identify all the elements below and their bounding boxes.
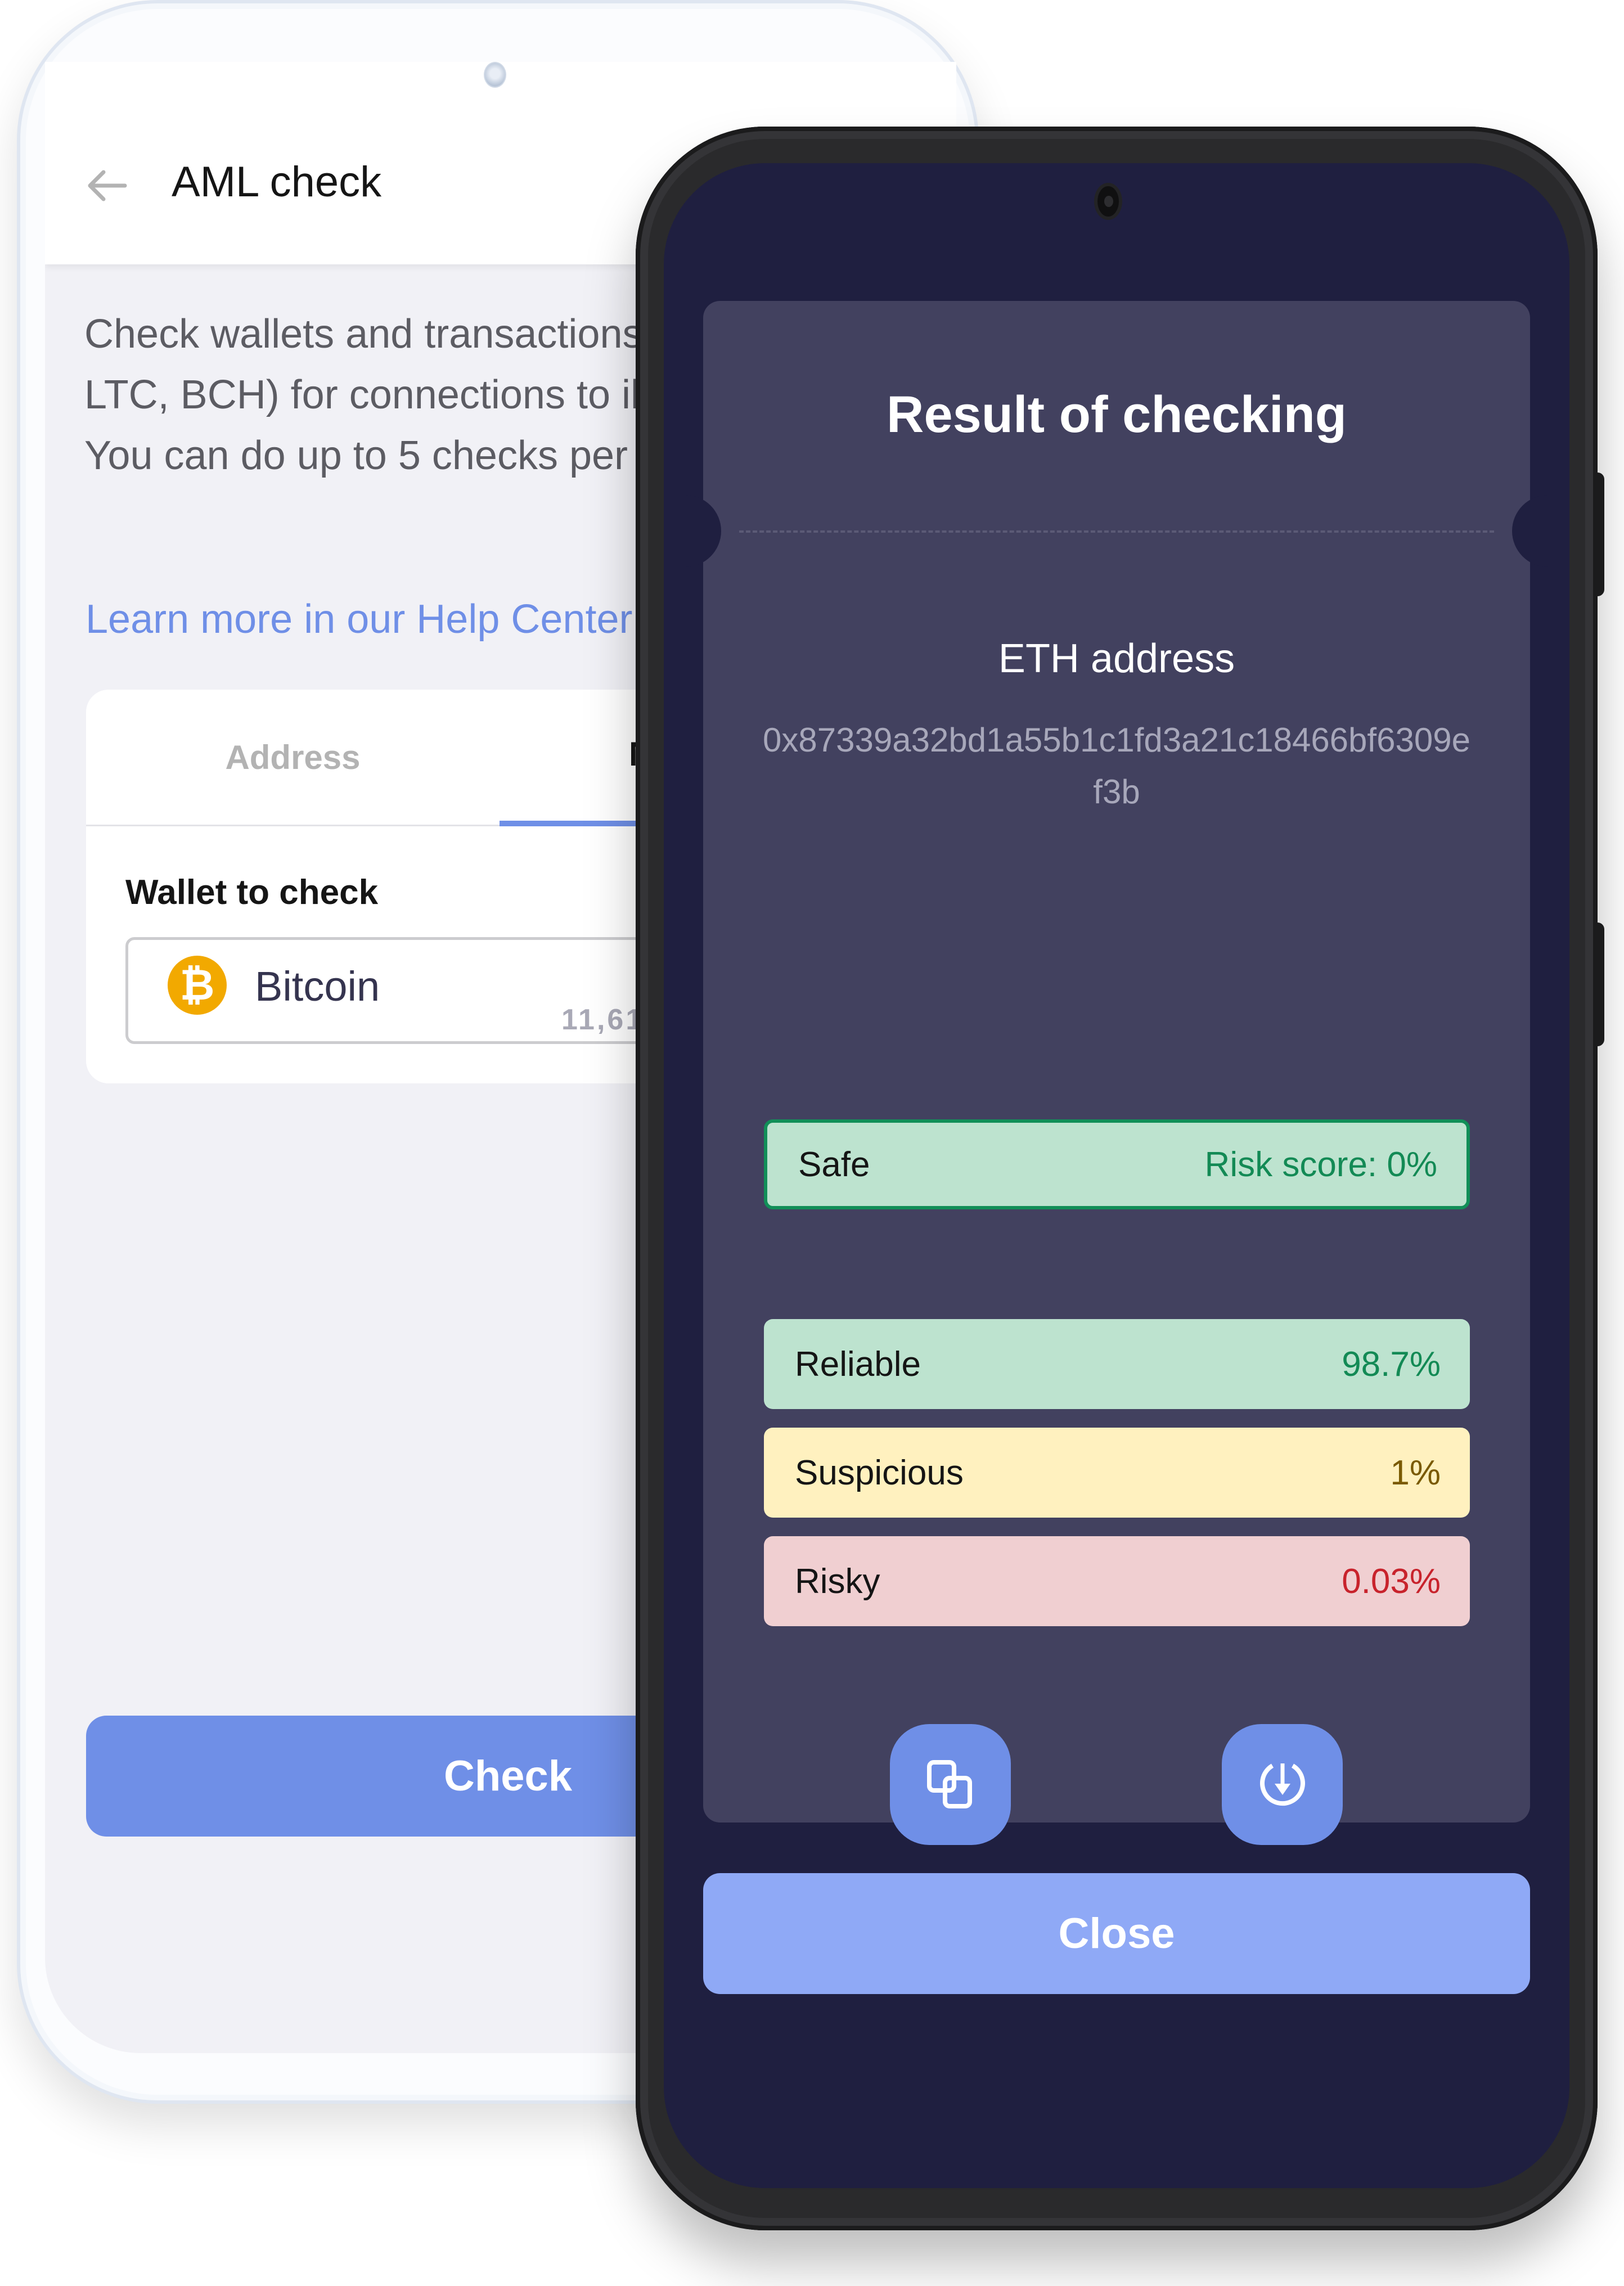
breakdown-label: Risky — [795, 1562, 880, 1601]
address-type: ETH address — [998, 636, 1235, 681]
risk-summary-badge: Safe Risk score: 0% — [764, 1119, 1470, 1209]
help-center-link[interactable]: Learn more in our Help Center — [86, 596, 633, 642]
dialog-title: Result of checking — [887, 386, 1347, 443]
breakdown-row-suspicious: Suspicious 1% — [764, 1428, 1470, 1518]
breakdown-label: Suspicious — [795, 1453, 964, 1492]
front-camera-icon — [1094, 183, 1122, 220]
close-button[interactable]: Close — [703, 1873, 1530, 1994]
summary-label: Safe — [798, 1145, 870, 1184]
front-camera-icon — [484, 62, 506, 88]
breakdown-value: 98.7% — [1342, 1344, 1441, 1384]
dashed-divider — [739, 530, 1494, 533]
wallet-balance: 11,61 — [561, 1004, 645, 1036]
copy-icon — [926, 1760, 972, 1808]
ticket-notch-right — [1512, 495, 1548, 567]
page-title: AML check — [172, 158, 382, 206]
tab-address[interactable]: Address — [86, 690, 500, 825]
arrow-left-icon[interactable] — [84, 163, 129, 208]
breakdown-value: 0.03% — [1342, 1562, 1441, 1601]
breakdown-row-risky: Risky 0.03% — [764, 1536, 1470, 1626]
export-report-button[interactable] — [1222, 1724, 1343, 1845]
breakdown-label: Reliable — [795, 1344, 921, 1384]
breakdown-value: 1% — [1390, 1453, 1441, 1492]
bitcoin-icon: ₿ — [168, 956, 227, 1015]
risk-score-value: Risk score: 0% — [1204, 1145, 1437, 1184]
download-icon — [1259, 1763, 1305, 1806]
address-value: 0x87339a32bd1a55b1c1fd3a21c18466bf6309ef… — [763, 721, 1470, 811]
power-button — [1598, 922, 1604, 1046]
breakdown-row-reliable: Reliable 98.7% — [764, 1319, 1470, 1409]
result-dialog: Result of checking ETH address 0x87339a3… — [685, 301, 1548, 1916]
wallet-to-check-label: Wallet to check — [125, 873, 379, 912]
result-screen: Result of checking ETH address 0x87339a3… — [664, 163, 1569, 2188]
volume-button — [1598, 472, 1604, 596]
wallet-name: Bitcoin — [255, 963, 380, 1010]
ticket-notch-left — [685, 495, 721, 567]
copy-report-button[interactable] — [890, 1724, 1011, 1845]
